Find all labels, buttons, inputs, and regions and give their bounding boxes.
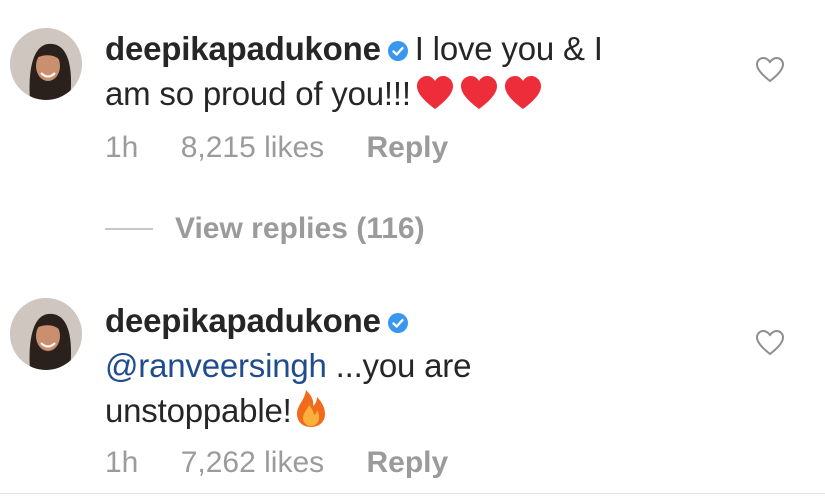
mention-link[interactable]: @ranveersingh bbox=[105, 347, 327, 384]
heart-icon bbox=[460, 76, 497, 109]
comment-text: deepikapadukone I love you & I am so prou… bbox=[105, 26, 725, 116]
comment-meta: 1h 8,215 likes Reply bbox=[105, 131, 482, 165]
comment-text-line-1: I love you & I bbox=[414, 30, 603, 67]
username[interactable]: deepikapadukone bbox=[105, 302, 381, 339]
avatar-image bbox=[10, 28, 82, 100]
reply-button[interactable]: Reply bbox=[367, 131, 449, 164]
username[interactable]: deepikapadukone bbox=[105, 30, 381, 67]
like-heart-icon[interactable] bbox=[755, 329, 785, 357]
verified-badge-icon bbox=[387, 41, 408, 61]
like-heart-icon[interactable] bbox=[755, 56, 785, 84]
comment-meta: 1h 7,262 likes Reply bbox=[105, 446, 482, 480]
avatar[interactable] bbox=[10, 298, 82, 370]
comment-text: deepikapadukone @ranveersingh ...you are… bbox=[105, 298, 725, 433]
comment-1: deepikapadukone I love you & I am so prou… bbox=[0, 0, 825, 200]
fire-icon bbox=[296, 390, 325, 427]
timestamp: 1h bbox=[105, 446, 139, 479]
timestamp: 1h bbox=[105, 131, 139, 164]
avatar[interactable] bbox=[10, 28, 82, 100]
comment-2: deepikapadukone @ranveersingh ...you are… bbox=[0, 290, 825, 490]
comment-text-line-1: ...you are bbox=[335, 347, 472, 384]
divider-line bbox=[105, 228, 153, 230]
likes-count[interactable]: 8,215 likes bbox=[181, 131, 324, 164]
heart-icon bbox=[504, 76, 541, 109]
view-replies-button[interactable]: View replies (116) bbox=[105, 212, 425, 246]
comment-text-line-2: am so proud of you!!! bbox=[105, 75, 411, 112]
verified-badge-icon bbox=[387, 313, 408, 333]
likes-count[interactable]: 7,262 likes bbox=[181, 446, 324, 479]
comment-text-line-2: unstoppable! bbox=[105, 392, 292, 429]
heart-icon bbox=[416, 76, 453, 109]
reply-button[interactable]: Reply bbox=[367, 446, 449, 479]
avatar-image bbox=[10, 298, 82, 370]
bottom-divider bbox=[0, 493, 825, 494]
view-replies-label: View replies (116) bbox=[175, 212, 425, 245]
